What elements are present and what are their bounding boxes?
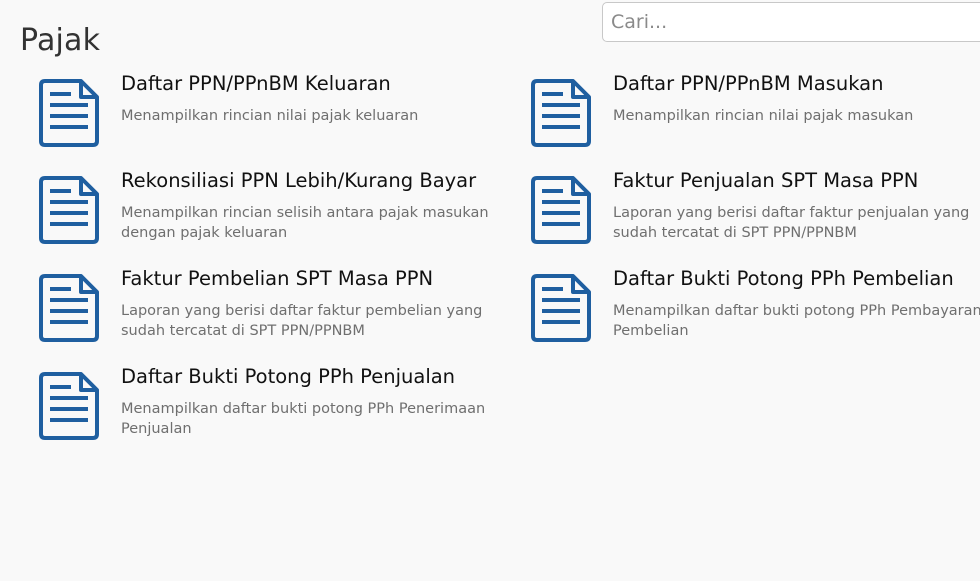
- report-description: Laporan yang berisi daftar faktur pembel…: [121, 303, 483, 339]
- report-title: Rekonsiliasi PPN Lebih/Kurang Bayar: [121, 169, 477, 192]
- report-item-rekonsiliasi-ppn[interactable]: Rekonsiliasi PPN Lebih/Kurang Bayar Mena…: [38, 169, 489, 256]
- report-item-bukti-potong-pembelian[interactable]: Daftar Bukti Potong PPh Pembelian Menamp…: [530, 267, 980, 354]
- report-item-bukti-potong-penjualan[interactable]: Daftar Bukti Potong PPh Penjualan Menamp…: [38, 365, 488, 452]
- report-item-faktur-pembelian[interactable]: Faktur Pembelian SPT Masa PPN Laporan ya…: [38, 267, 488, 354]
- document-icon: [531, 274, 591, 342]
- report-title: Daftar PPN/PPnBM Keluaran: [121, 72, 391, 95]
- search-input[interactable]: [602, 2, 980, 42]
- report-title: Daftar Bukti Potong PPh Pembelian: [613, 267, 954, 290]
- report-description: Menampilkan rincian nilai pajak masukan: [613, 108, 914, 124]
- page-title: Pajak: [20, 23, 101, 59]
- report-description: Menampilkan daftar bukti potong PPh Pene…: [121, 401, 486, 437]
- report-description: Laporan yang berisi daftar faktur penjua…: [613, 205, 970, 241]
- report-description: Menampilkan daftar bukti potong PPh Pemb…: [613, 303, 980, 339]
- report-title: Faktur Pembelian SPT Masa PPN: [121, 267, 434, 290]
- document-icon: [39, 176, 99, 244]
- report-item-ppn-masukan[interactable]: Daftar PPN/PPnBM Masukan Menampilkan rin…: [530, 72, 980, 159]
- report-item-ppn-keluaran[interactable]: Daftar PPN/PPnBM Keluaran Menampilkan ri…: [38, 72, 488, 159]
- report-description: Menampilkan rincian nilai pajak keluaran: [121, 108, 419, 124]
- document-icon: [39, 372, 99, 440]
- report-title: Faktur Penjualan SPT Masa PPN: [613, 169, 919, 192]
- report-item-faktur-penjualan[interactable]: Faktur Penjualan SPT Masa PPN Laporan ya…: [530, 169, 980, 256]
- document-icon: [39, 79, 99, 147]
- document-icon: [531, 79, 591, 147]
- report-description: Menampilkan rincian selisih antara pajak…: [121, 205, 489, 241]
- report-title: Daftar Bukti Potong PPh Penjualan: [121, 365, 456, 388]
- document-icon: [531, 176, 591, 244]
- document-icon: [39, 274, 99, 342]
- report-title: Daftar PPN/PPnBM Masukan: [613, 72, 884, 95]
